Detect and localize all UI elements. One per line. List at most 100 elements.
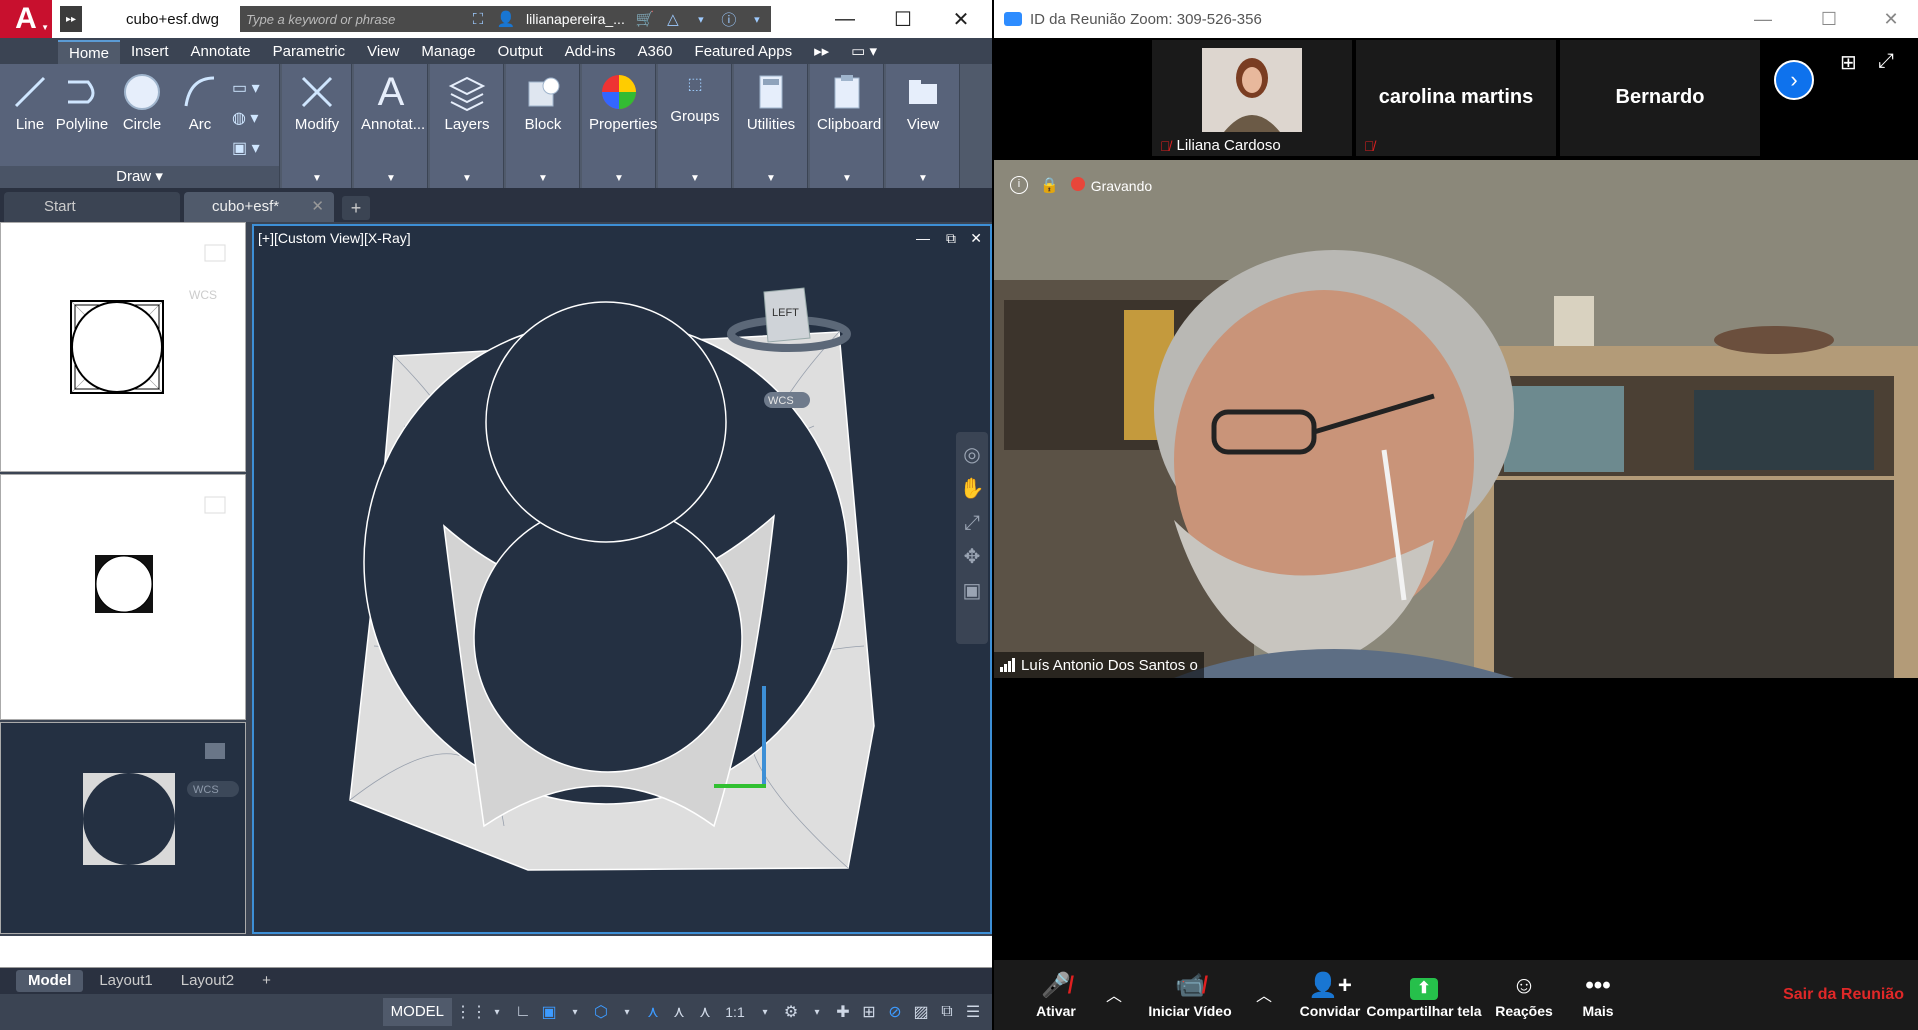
properties-dropdown-icon[interactable]: ▼ bbox=[614, 173, 624, 184]
tab-home[interactable]: Home bbox=[58, 40, 121, 64]
workspace-dropdown-icon[interactable]: ▾ bbox=[804, 998, 830, 1026]
object-snap-icon[interactable]: ▣ bbox=[536, 998, 562, 1026]
region-icon[interactable]: ▣ ▾ bbox=[232, 134, 260, 164]
annotation-panel[interactable]: A Annotat... ▼ bbox=[354, 64, 428, 188]
scale-dropdown-icon[interactable]: ▾ bbox=[752, 998, 778, 1026]
steering-wheel-icon[interactable]: ◎ bbox=[956, 438, 988, 472]
customization-menu-icon[interactable]: ☰ bbox=[960, 998, 986, 1026]
application-menu-button[interactable]: A ▼ bbox=[0, 0, 52, 38]
block-dropdown-icon[interactable]: ▼ bbox=[538, 173, 548, 184]
hardware-acceleration-icon[interactable]: ▨ bbox=[908, 998, 934, 1026]
invite-button[interactable]: 👤+ Convidar bbox=[1294, 960, 1366, 1030]
viewport-mid-left[interactable] bbox=[0, 474, 246, 720]
wcs-mini-label[interactable]: WCS bbox=[189, 288, 217, 302]
3d-snap-icon[interactable]: ⬡ bbox=[588, 998, 614, 1026]
ribbon-more-icon[interactable]: ▸▸ bbox=[803, 40, 840, 64]
tab-insert[interactable]: Insert bbox=[120, 40, 180, 64]
reactions-button[interactable]: ☺ Reações bbox=[1482, 960, 1566, 1030]
modify-panel[interactable]: Modify ▼ bbox=[282, 64, 352, 188]
zoom-close-icon[interactable]: ✕ bbox=[1862, 0, 1918, 38]
maximize-icon[interactable]: ☐ bbox=[874, 0, 932, 38]
viewcube-mini-icon-2[interactable] bbox=[204, 496, 226, 514]
start-video-button[interactable]: 📹̸ Iniciar Vídeo bbox=[1140, 960, 1240, 1030]
tab-model[interactable]: Model bbox=[16, 970, 84, 992]
snap-dropdown-icon[interactable]: ▾ bbox=[562, 998, 588, 1026]
close-tab-icon[interactable]: ✕ bbox=[311, 192, 324, 222]
viewcube-face-label[interactable]: LEFT bbox=[772, 307, 799, 319]
user-account-label[interactable]: lilianapereira_... bbox=[520, 11, 631, 27]
layers-button[interactable]: Layers bbox=[437, 66, 497, 133]
minimize-icon[interactable]: — bbox=[816, 0, 874, 38]
arc-button[interactable]: Arc bbox=[170, 66, 230, 133]
annotation-button[interactable]: A Annotat... bbox=[361, 66, 425, 134]
annotation-visibility-icon[interactable]: ⋏ bbox=[640, 998, 666, 1026]
video-options-icon[interactable]: ︿ bbox=[1256, 982, 1272, 1006]
hatch-icon[interactable]: ◍ ▾ bbox=[232, 104, 260, 134]
chevron-down-icon[interactable]: ▾ bbox=[687, 6, 715, 32]
tab-layout1[interactable]: Layout1 bbox=[87, 970, 164, 992]
search-input[interactable] bbox=[246, 11, 456, 27]
scale-selector[interactable]: 1:1 bbox=[718, 998, 752, 1026]
tab-output[interactable]: Output bbox=[487, 40, 554, 64]
main-viewport[interactable]: [+][Custom View][X-Ray] — ⧉ ✕ LEFT WCS ◎… bbox=[252, 224, 992, 934]
properties-button[interactable]: Properties bbox=[589, 66, 657, 133]
add-layout-button[interactable]: + bbox=[250, 970, 283, 992]
groups-button[interactable]: ⬚ Groups bbox=[665, 58, 725, 125]
block-button[interactable]: Block bbox=[513, 66, 573, 133]
participant-thumb[interactable]: Bernardo bbox=[1560, 40, 1760, 156]
polyline-button[interactable]: Polyline bbox=[52, 66, 112, 133]
cart-icon[interactable]: 🛒 bbox=[631, 6, 659, 32]
fullscreen-icon[interactable]: ⤢ bbox=[1878, 50, 1894, 73]
lock-icon[interactable]: 🔒 bbox=[1040, 176, 1059, 194]
tab-view[interactable]: View bbox=[356, 40, 410, 64]
command-line[interactable]: ▲ bbox=[0, 936, 992, 968]
zoom-extents-icon[interactable]: ⤢ bbox=[956, 506, 988, 540]
viewport-top-left[interactable]: WCS bbox=[0, 222, 246, 472]
annotation-autoscale-icon[interactable]: ⋏ bbox=[666, 998, 692, 1026]
new-tab-button[interactable]: + bbox=[342, 196, 370, 220]
next-page-button[interactable]: › bbox=[1774, 60, 1814, 100]
tab-annotate[interactable]: Annotate bbox=[180, 40, 262, 64]
view-panel[interactable]: View ▼ bbox=[886, 64, 960, 188]
ortho-icon[interactable]: ∟ bbox=[510, 998, 536, 1026]
viewcube-mini-icon-3[interactable] bbox=[205, 743, 225, 759]
properties-panel[interactable]: Properties ▼ bbox=[582, 64, 657, 188]
leave-meeting-button[interactable]: Sair da Reunião bbox=[1783, 960, 1904, 1030]
groups-dropdown-icon[interactable]: ▼ bbox=[690, 173, 700, 184]
model-space-button[interactable]: MODEL bbox=[382, 998, 452, 1026]
grid-icon[interactable]: ⋮⋮ bbox=[455, 998, 487, 1026]
wcs-menu[interactable]: WCS bbox=[764, 392, 810, 408]
gallery-view-icon[interactable]: ⊞ bbox=[1840, 50, 1857, 75]
utilities-button[interactable]: Utilities bbox=[741, 66, 801, 133]
zoom-minimize-icon[interactable]: — bbox=[1734, 0, 1792, 38]
layers-dropdown-icon[interactable]: ▼ bbox=[462, 173, 472, 184]
participant-thumb[interactable]: 🎙̸ Liliana Cardoso bbox=[1152, 40, 1352, 156]
tab-drawing[interactable]: cubo+esf* ✕ bbox=[184, 192, 334, 222]
tab-layout2[interactable]: Layout2 bbox=[169, 970, 246, 992]
showmotion-icon[interactable]: ▣ bbox=[956, 574, 988, 608]
view-dropdown-icon[interactable]: ▼ bbox=[918, 173, 928, 184]
clipboard-panel[interactable]: Clipboard ▼ bbox=[810, 64, 884, 188]
annotation-dropdown-icon[interactable]: ▼ bbox=[386, 173, 396, 184]
clipboard-button[interactable]: Clipboard bbox=[817, 66, 881, 133]
close-icon[interactable]: ✕ bbox=[932, 0, 990, 38]
participant-thumb[interactable]: carolina martins 🎙̸ bbox=[1356, 40, 1556, 156]
clean-screen-icon[interactable]: ⧉ bbox=[934, 998, 960, 1026]
groups-panel[interactable]: ⬚ Groups ▼ bbox=[658, 64, 732, 188]
draw-panel-footer[interactable]: Draw ▾ bbox=[0, 166, 279, 188]
utilities-dropdown-icon[interactable]: ▼ bbox=[766, 173, 776, 184]
block-panel[interactable]: Block ▼ bbox=[506, 64, 580, 188]
units-icon[interactable]: ⊞ bbox=[856, 998, 882, 1026]
quick-access-expand-icon[interactable]: ▸▸ bbox=[60, 6, 82, 32]
isolate-objects-icon[interactable]: ⊘ bbox=[882, 998, 908, 1026]
orbit-icon[interactable]: ✥ bbox=[956, 540, 988, 574]
help-chevron-icon[interactable]: ▾ bbox=[743, 6, 771, 32]
layers-panel[interactable]: Layers ▼ bbox=[430, 64, 504, 188]
modify-button[interactable]: Modify bbox=[287, 66, 347, 133]
zoom-maximize-icon[interactable]: ☐ bbox=[1800, 0, 1858, 38]
modify-dropdown-icon[interactable]: ▼ bbox=[312, 173, 322, 184]
help-icon[interactable]: ⓘ bbox=[715, 6, 743, 32]
pan-icon[interactable]: ✋ bbox=[956, 472, 988, 506]
plus-icon[interactable]: ✚ bbox=[830, 998, 856, 1026]
gear-icon[interactable]: ⚙ bbox=[778, 998, 804, 1026]
